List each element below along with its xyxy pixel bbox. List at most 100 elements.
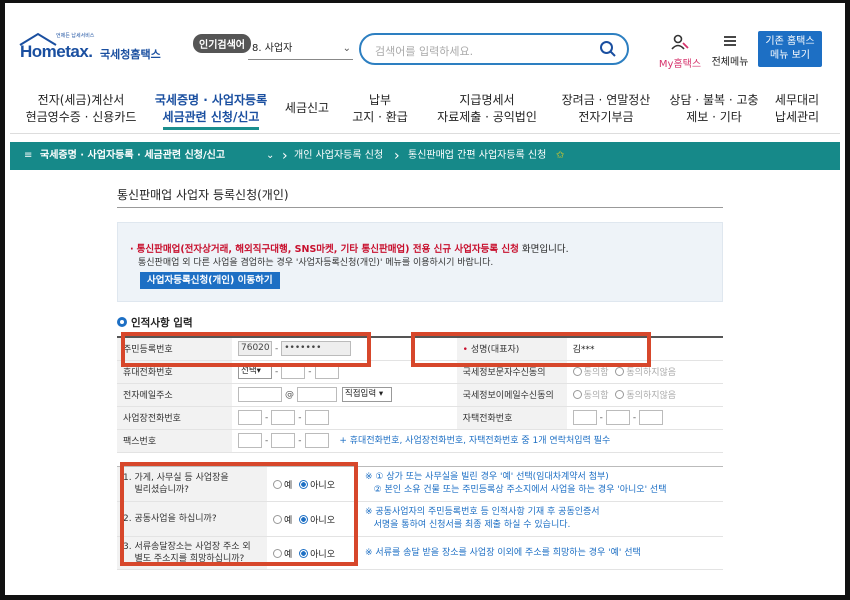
nav-label: 상담 · 불복 · 고충 (669, 93, 759, 107)
email-agree-radio[interactable] (572, 390, 582, 399)
chevron-down-icon: ⌄ (342, 43, 351, 54)
notice-tail: 화면입니다. (518, 244, 569, 255)
section-title-text: 인적사항 입력 (131, 317, 193, 329)
logo-wordmark: Hometax. (20, 42, 93, 61)
popular-search-select[interactable]: 8. 사업자 ⌄ (248, 40, 353, 60)
email-select-value: 직접입력 (344, 389, 377, 399)
nav-certificate-registration[interactable]: 국세증명 · 사업자등록 세금관련 신청/신고 (150, 92, 272, 130)
breadcrumb-step1[interactable]: 개인 사업자등록 신청 (294, 142, 383, 170)
biz-phone-label: 사업장전화번호 (117, 406, 232, 430)
nav-label: 지급명세서 (459, 93, 515, 107)
nav-incentive[interactable]: 장려금 · 연말정산 전자기부금 (550, 92, 662, 126)
main-navigation: 전자(세금)계산서 현금영수증 · 신용카드 국세증명 · 사업자등록 세금관련… (10, 86, 840, 134)
nav-consultation[interactable]: 상담 · 불복 · 고충 제보 · 기타 (666, 92, 762, 126)
fax-1-field[interactable] (238, 433, 262, 448)
highlight-rrn (121, 332, 371, 367)
biz-phone-3-field[interactable] (304, 410, 329, 425)
biz-phone-2-field[interactable] (271, 410, 296, 425)
nav-label: 납부 (368, 93, 392, 107)
breadcrumb: ≡ 국세증명 · 사업자등록 · 세금관련 신청/신고 ⌄ › 개인 사업자등록… (10, 142, 840, 170)
my-hometax-label: My홈택스 (658, 59, 702, 70)
notice-line2: 통신판매업 외 다른 사업을 겸업하는 경우 '사업자등록신청(개인)' 메뉴를… (138, 258, 494, 268)
mobile-select-value: 선택 (241, 366, 257, 376)
hometax-logo[interactable]: 언제든 납세서비스 Hometax. 국세청홈택스 (18, 32, 168, 64)
old-menu-button[interactable]: 기존 홈택스 메뉴 보기 (758, 31, 822, 67)
note-text: ※ ① 상가 또는 사무실을 빌린 경우 '예' 선택(임대차계약서 첨부) (365, 472, 609, 482)
sms-disagree-radio[interactable] (615, 367, 625, 376)
nav-e-invoice[interactable]: 전자(세금)계산서 현금영수증 · 신용카드 (16, 92, 146, 126)
agree-label: 동의함 (583, 368, 609, 378)
star-icon[interactable]: ✩ (556, 142, 564, 170)
nav-label: 납세관리 (774, 110, 820, 124)
breadcrumb-step2[interactable]: 통신판매업 간편 사업자등록 신청 (408, 142, 546, 170)
email-id-field[interactable] (238, 387, 282, 402)
question-2-note: ※ 공동사업자의 주민등록번호 등 인적사항 기재 후 공동인증서 서명을 통하… (359, 501, 723, 537)
nav-label: 세금신고 (284, 101, 330, 115)
disagree-label: 동의하지않음 (626, 391, 677, 401)
notice-box: · 통신판매업(전자상거래, 해외직구대행, SNS마켓, 기타 통신판매업) … (117, 222, 723, 302)
highlight-questions (120, 462, 358, 566)
fax-2-field[interactable] (271, 433, 296, 448)
nav-label: 장려금 · 연말정산 (561, 93, 651, 107)
section-title: 인적사항 입력 (117, 315, 193, 330)
all-menu-label: 전체메뉴 (711, 57, 749, 68)
popular-search-item: 8. 사업자 (252, 43, 293, 54)
chevron-right-icon: › (394, 148, 400, 164)
logo-subtitle: 국세청홈택스 (100, 48, 161, 61)
email-domain-select[interactable]: 직접입력 ▾ (341, 387, 392, 402)
biz-phone-1-field[interactable] (238, 410, 262, 425)
highlight-name (411, 332, 651, 367)
all-menu-button[interactable]: 전체메뉴 (708, 34, 752, 68)
chevron-right-icon: › (282, 148, 288, 164)
fax-cell: -- + 휴대전화번호, 사업장전화번호, 자택전화번호 중 1개 연락처입력 … (232, 429, 723, 453)
search-input[interactable]: 검색어를 입력하세요. (359, 33, 629, 65)
nav-label: 세금관련 신청/신고 (162, 109, 260, 130)
email-cell: @ 직접입력 ▾ (232, 383, 457, 407)
old-menu-line1: 기존 홈택스 (765, 36, 815, 47)
agree-label: 동의함 (583, 391, 609, 401)
sms-agree-radio[interactable] (572, 367, 582, 376)
table-row: 전자메일주소 @ 직접입력 ▾ 국세정보이메일수신동의 동의함 동의하지않음 (117, 383, 723, 407)
my-hometax-button[interactable]: My홈택스 (658, 34, 702, 70)
biz-phone-cell: -- (232, 406, 457, 430)
nav-payment-statement[interactable]: 지급명세서 자료제출 · 공익법인 (422, 92, 552, 126)
question-3-note: ※ 서류를 송달 받을 장소를 사업장 이외에 주소를 희망하는 경우 '예' … (359, 536, 723, 570)
nav-tax-return[interactable]: 세금신고 (276, 100, 338, 117)
home-phone-2-field[interactable] (605, 410, 630, 425)
page-title: 통신판매업 사업자 등록신청(개인) (117, 188, 289, 202)
breadcrumb-menu-icon[interactable]: ≡ (24, 142, 32, 170)
email-disagree-radio[interactable] (615, 390, 625, 399)
disagree-label: 동의하지않음 (626, 368, 677, 378)
title-divider (117, 207, 723, 208)
notice-bullet: · (130, 244, 134, 255)
search-icon[interactable] (599, 40, 617, 58)
contact-hint: + 휴대전화번호, 사업장전화번호, 자택전화번호 중 1개 연락처입력 필수 (339, 436, 611, 446)
email-label: 전자메일주소 (117, 383, 232, 407)
question-1-note: ※ ① 상가 또는 사무실을 빌린 경우 '예' 선택(임대차계약서 첨부) ②… (359, 466, 723, 502)
breadcrumb-menu[interactable]: 국세증명 · 사업자등록 · 세금관련 신청/신고 (40, 142, 225, 170)
nav-payment[interactable]: 납부 고지 · 환급 (342, 92, 418, 126)
notice-highlight: 통신판매업(전자상거래, 해외직구대행, SNS마켓, 기타 통신판매업) 전용… (136, 244, 519, 255)
search-placeholder: 검색어를 입력하세요. (375, 45, 474, 58)
nav-label: 전자기부금 (578, 110, 634, 124)
popular-search-badge: 인기검색어 (193, 34, 251, 53)
home-phone-3-field[interactable] (639, 410, 664, 425)
nav-tax-agent[interactable]: 세무대리 납세관리 (764, 92, 830, 126)
table-row: 사업장전화번호 -- 자택전화번호 -- (117, 406, 723, 430)
email-domain-field[interactable] (297, 387, 337, 402)
fax-3-field[interactable] (304, 433, 329, 448)
chevron-down-icon[interactable]: ⌄ (266, 142, 274, 170)
note-text: ※ 공동사업자의 주민등록번호 등 인적사항 기재 후 공동인증서 (365, 507, 600, 517)
go-to-registration-button[interactable]: 사업자등록신청(개인) 이동하기 (140, 272, 280, 289)
email-at: @ (285, 390, 294, 400)
section-bullet-icon (117, 317, 127, 327)
nav-label: 현금영수증 · 신용카드 (25, 110, 137, 124)
note-text: 서명을 통하여 신청서를 최종 제출 하실 수 있습니다. (373, 520, 571, 530)
note-text: ② 본인 소유 건물 또는 주민등록상 주소지에서 사업을 하는 경우 '아니오… (373, 485, 667, 495)
info-email-label: 국세정보이메일수신동의 (456, 383, 567, 407)
nav-label: 국세증명 · 사업자등록 (154, 93, 268, 107)
nav-label: 전자(세금)계산서 (37, 93, 125, 107)
nav-label: 자료제출 · 공익법인 (437, 110, 537, 124)
user-icon (671, 34, 689, 50)
home-phone-1-field[interactable] (572, 410, 597, 425)
